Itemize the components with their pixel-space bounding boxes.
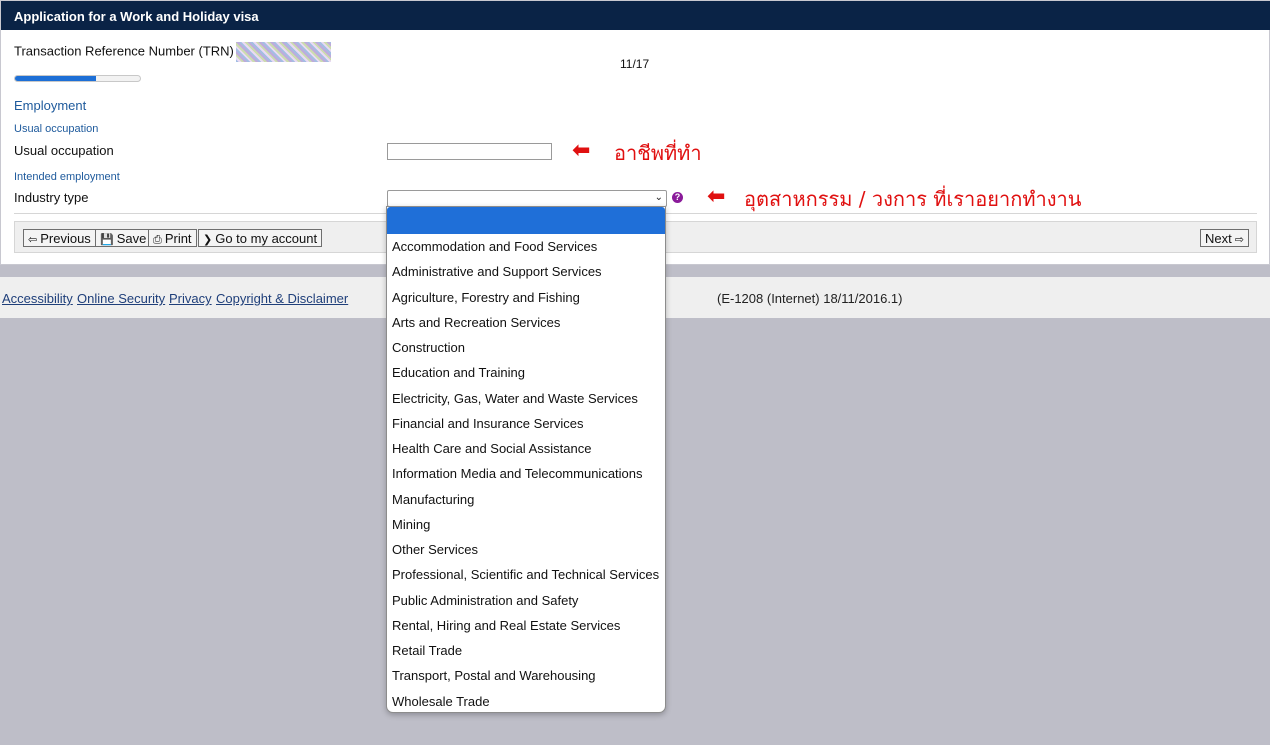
print-button-label: Print [164, 231, 192, 246]
dropdown-option[interactable]: Public Administration and Safety [387, 588, 665, 613]
dropdown-option[interactable]: Education and Training [387, 360, 665, 385]
go-to-account-button[interactable]: ❯ Go to my account [198, 229, 323, 247]
dropdown-option[interactable]: Construction [387, 335, 665, 360]
dropdown-option[interactable]: Electricity, Gas, Water and Waste Servic… [387, 386, 665, 411]
dropdown-option[interactable]: Health Care and Social Assistance [387, 436, 665, 461]
question-circle-icon[interactable]: ? [672, 192, 683, 203]
dropdown-option[interactable]: Arts and Recreation Services [387, 310, 665, 335]
chevron-down-icon: ⌄ [654, 192, 663, 203]
progress-bar-fill [15, 76, 97, 81]
dropdown-option[interactable]: Agriculture, Forestry and Fishing [387, 285, 665, 310]
dropdown-option[interactable]: Rental, Hiring and Real Estate Services [387, 613, 665, 638]
progress-bar [14, 75, 141, 82]
previous-button-label: Previous [40, 231, 91, 246]
footer-link-online-security[interactable]: Online Security [77, 291, 165, 306]
intended-employment-heading: Intended employment [14, 171, 120, 183]
dropdown-option[interactable]: Administrative and Support Services [387, 259, 665, 284]
arrow-left-icon: ⇦ [28, 234, 38, 246]
page-title: Application for a Work and Holiday visa [1, 1, 1270, 30]
trn-row: Transaction Reference Number (TRN) [14, 42, 331, 62]
next-button-label: Next [1205, 231, 1232, 246]
floppy-disk-icon: 💾 [100, 234, 114, 246]
trn-redacted-value [235, 42, 331, 62]
industry-type-dropdown-list: Accommodation and Food Services Administ… [386, 206, 666, 713]
dropdown-option[interactable]: Mining [387, 512, 665, 537]
arrow-right-icon: ⇨ [1234, 234, 1244, 246]
save-button-label: Save [116, 231, 147, 246]
save-button[interactable]: 💾 Save [95, 229, 152, 247]
next-button[interactable]: Next ⇨ [1200, 229, 1249, 247]
footer-link-accessibility[interactable]: Accessibility [2, 291, 73, 306]
annotation-arrow-left-icon: ⬅ [707, 183, 726, 208]
footer-link-copyright[interactable]: Copyright & Disclaimer [216, 291, 348, 306]
dropdown-option[interactable]: Transport, Postal and Warehousing [387, 663, 665, 688]
dropdown-option[interactable]: Accommodation and Food Services [387, 234, 665, 259]
industry-type-select[interactable]: ⌄ [387, 190, 667, 207]
step-indicator: 11/17 [620, 57, 650, 71]
dropdown-option[interactable]: Manufacturing [387, 487, 665, 512]
dropdown-option[interactable]: Professional, Scientific and Technical S… [387, 562, 665, 587]
dropdown-option-empty[interactable] [387, 207, 665, 234]
chevron-right-icon: ❯ [203, 234, 213, 246]
go-to-account-button-label: Go to my account [215, 231, 318, 246]
section-title: Employment [14, 98, 87, 113]
dropdown-option[interactable]: Other Services [387, 537, 665, 562]
annotation-arrow-left-icon: ⬅ [572, 137, 591, 162]
dropdown-option[interactable]: Financial and Insurance Services [387, 411, 665, 436]
previous-button[interactable]: ⇦ Previous [23, 229, 96, 247]
version-text: (E-1208 (Internet) 18/11/2016.1) [717, 291, 903, 306]
occupation-annotation: อาชีพที่ทำ [614, 141, 702, 165]
industry-annotation: อุตสาหกรรม / วงการ ที่เราอยากทำงาน [744, 187, 1082, 211]
industry-type-label: Industry type [14, 190, 89, 205]
trn-label: Transaction Reference Number (TRN) [14, 43, 234, 59]
print-button[interactable]: ⎙ Print [148, 229, 197, 247]
dropdown-option[interactable]: Information Media and Telecommunications [387, 461, 665, 486]
footer-link-privacy[interactable]: Privacy [169, 291, 212, 306]
dropdown-option[interactable]: Wholesale Trade [387, 689, 665, 713]
usual-occupation-input[interactable] [387, 143, 552, 160]
usual-occupation-label: Usual occupation [14, 143, 114, 158]
usual-occupation-heading: Usual occupation [14, 123, 99, 135]
dropdown-option[interactable]: Retail Trade [387, 638, 665, 663]
printer-icon: ⎙ [153, 234, 162, 246]
